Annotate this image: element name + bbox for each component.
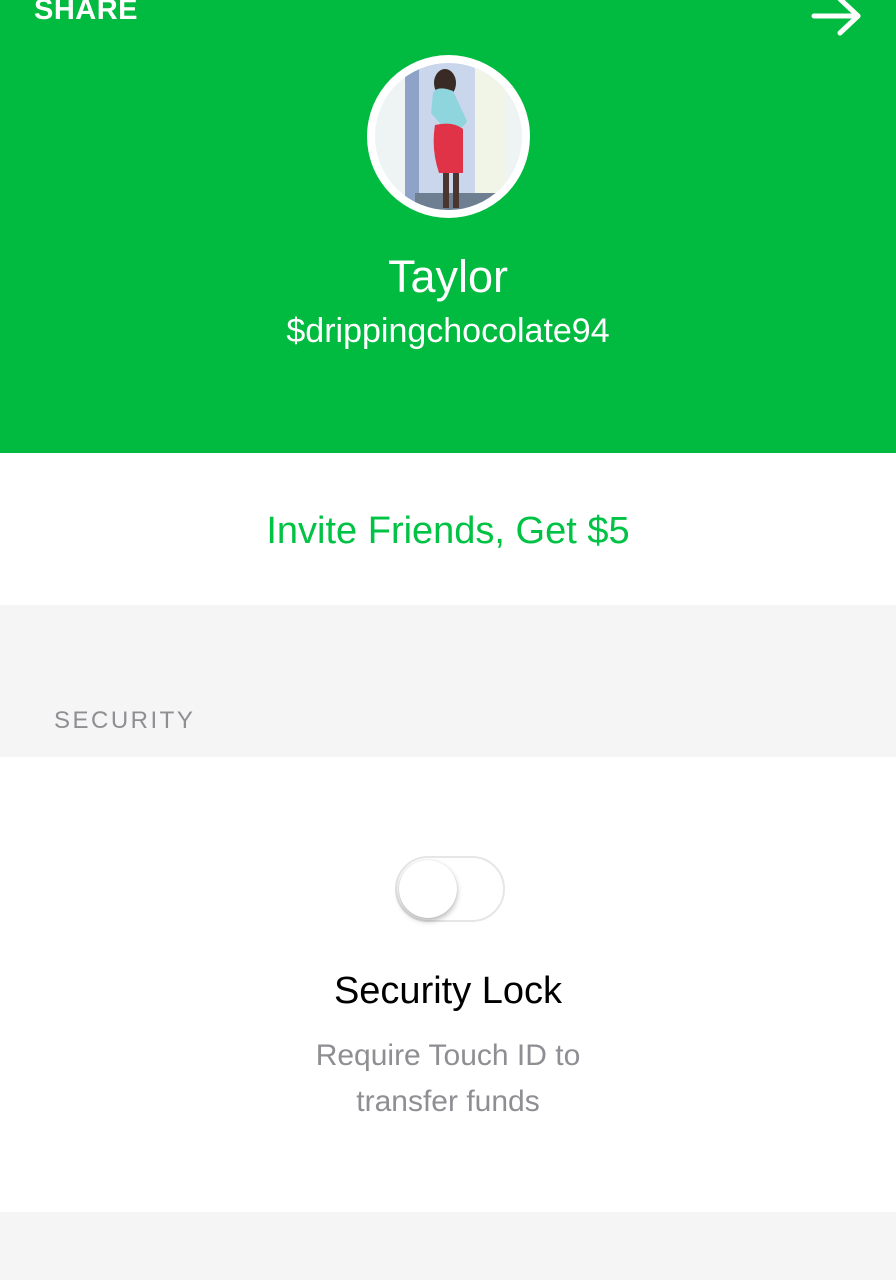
security-lock-description: Require Touch ID to transfer funds xyxy=(0,1033,896,1125)
security-lock-description-line2: transfer funds xyxy=(356,1085,540,1118)
security-lock-toggle[interactable] xyxy=(395,856,505,922)
profile-cashtag: $drippingchocolate94 xyxy=(286,312,610,350)
toggle-knob xyxy=(399,860,457,918)
invite-friends-row[interactable]: Invite Friends, Get $5 xyxy=(0,453,896,605)
security-lock-title: Security Lock xyxy=(333,970,563,1012)
invite-friends-label: Invite Friends, Get $5 xyxy=(266,510,630,552)
arrow-right-icon xyxy=(811,0,861,36)
avatar[interactable] xyxy=(367,55,530,218)
security-section-header: SECURITY xyxy=(54,707,196,734)
share-button[interactable]: SHARE xyxy=(34,0,138,27)
profile-header: SHARE Taylor $drippingchocolate94 xyxy=(0,0,896,453)
profile-name: Taylor xyxy=(387,251,509,302)
forward-button[interactable] xyxy=(808,0,868,38)
avatar-photo xyxy=(375,63,522,210)
security-lock-description-line1: Require Touch ID to xyxy=(315,1039,581,1072)
security-lock-card: Security Lock Require Touch ID to transf… xyxy=(0,757,896,1212)
